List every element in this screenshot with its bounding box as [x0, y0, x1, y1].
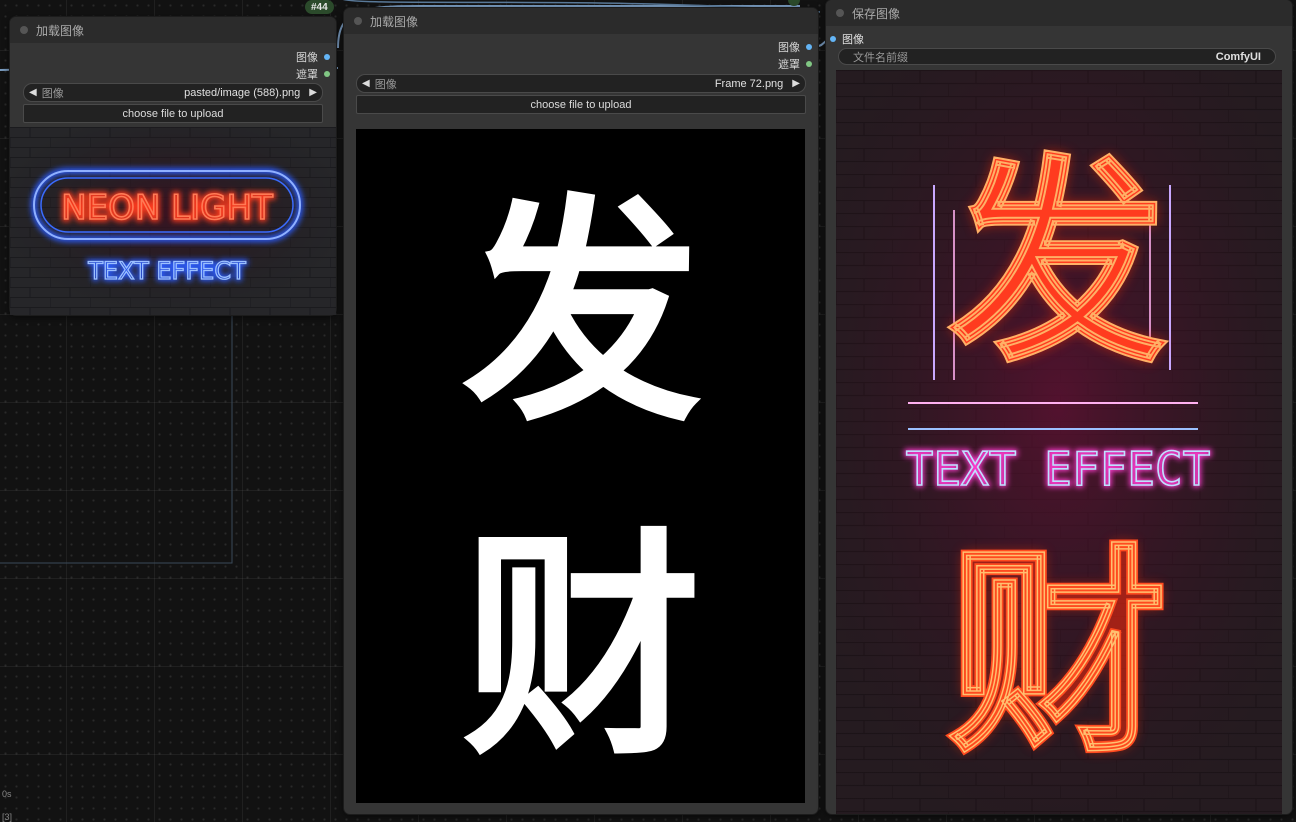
input-slot-icon[interactable] [830, 35, 836, 42]
collapse-dot-icon[interactable] [20, 26, 28, 34]
output-slot-icon[interactable] [324, 70, 330, 77]
output-slot-icon[interactable] [324, 53, 330, 60]
node-title: 加载图像 [36, 23, 85, 38]
output-slot-icon[interactable] [806, 43, 812, 50]
neon-light-text: NEON LIGHT [61, 188, 273, 228]
output-mask[interactable]: 遮罩 [778, 55, 812, 72]
node-header[interactable]: 加载图像 [10, 17, 336, 43]
prev-arrow-icon[interactable]: ◀ [24, 87, 42, 98]
next-arrow-icon[interactable]: ▶ [787, 78, 805, 89]
load-image-node-1[interactable]: 加载图像 图像 遮罩 ◀ 图像 pasted/image (588).png ▶… [10, 17, 336, 315]
collapse-dot-icon[interactable] [836, 9, 844, 17]
neon-char-fa: 发 [948, 136, 1168, 392]
save-image-node[interactable]: 保存图像 图像 文件名前缀 ComfyUI 发 发 TEXT EFFECT TE… [826, 0, 1292, 814]
input-image[interactable]: 图像 [830, 30, 864, 47]
field-value: ComfyUI [1215, 50, 1261, 63]
image-preview: 发 财 [356, 129, 805, 803]
neon-text-effect: TEXT EFFECT [906, 442, 1211, 496]
node-header[interactable]: 保存图像 [826, 0, 1292, 26]
output-mask[interactable]: 遮罩 [296, 65, 330, 82]
image-combo[interactable]: ◀ 图像 pasted/image (588).png ▶ [23, 83, 323, 102]
upload-button[interactable]: choose file to upload [356, 95, 806, 114]
node-header[interactable]: 加载图像 [344, 8, 818, 34]
node-title: 保存图像 [852, 6, 901, 21]
image-preview: NEON LIGHT NEON LIGHT TEXT EFFECT TEXT E… [10, 127, 336, 315]
upload-button[interactable]: choose file to upload [23, 104, 323, 123]
filename-value: pasted/image (588).png [184, 86, 301, 99]
char-cai: 财 [462, 508, 702, 788]
node-title: 加载图像 [370, 14, 419, 29]
node-id-badge-partial [788, 0, 800, 6]
output-image[interactable]: 图像 [778, 38, 812, 55]
image-combo[interactable]: ◀ 图像 Frame 72.png ▶ [356, 74, 806, 93]
collapse-dot-icon[interactable] [354, 17, 362, 25]
load-image-node-2[interactable]: 加载图像 图像 遮罩 ◀ 图像 Frame 72.png ▶ choose fi… [344, 8, 818, 814]
filename-prefix-field[interactable]: 文件名前缀 ComfyUI [838, 48, 1276, 65]
output-slot-icon[interactable] [806, 60, 812, 67]
filename-value: Frame 72.png [714, 77, 784, 90]
output-preview: 发 发 TEXT EFFECT TEXT EFFECT 财 财 财 [836, 70, 1282, 814]
prev-arrow-icon[interactable]: ◀ [357, 78, 375, 89]
canvas-corner-text: 0s [2, 789, 12, 799]
char-fa: 发 [462, 174, 702, 454]
neon-char-cai-core: 财 [948, 526, 1168, 782]
node-id-badge: #44 [305, 0, 334, 14]
canvas-corner-text-2: [3] [2, 812, 13, 822]
field-label: 文件名前缀 [853, 51, 908, 64]
text-effect-text: TEXT EFFECT [87, 257, 246, 285]
next-arrow-icon[interactable]: ▶ [304, 87, 322, 98]
output-image[interactable]: 图像 [296, 48, 330, 65]
